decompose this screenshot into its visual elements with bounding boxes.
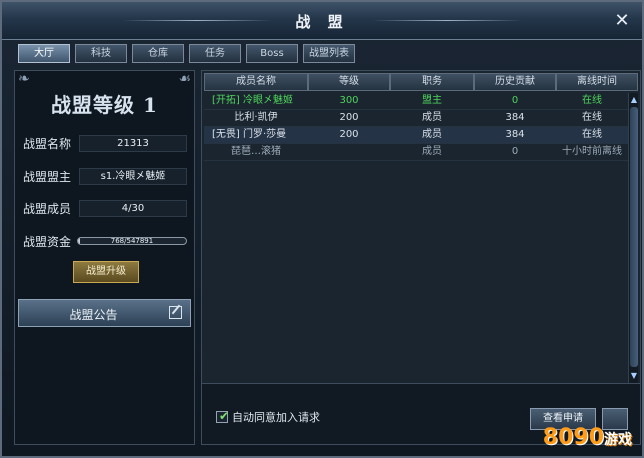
scroll-up-icon[interactable]: ▲	[629, 95, 639, 105]
watermark-suffix: 游戏	[604, 432, 632, 448]
guild-level-title: 战盟等级 1	[51, 93, 158, 117]
member-contribution: 0	[511, 95, 519, 106]
member-contribution: 384	[505, 129, 525, 140]
member-status: 在线	[582, 129, 602, 140]
member-contribution: 0	[511, 146, 519, 157]
guild-members-label: 战盟成员	[23, 202, 72, 216]
table-row[interactable]: 琵琶…滚猪 成员 0 十小时前离线	[204, 144, 628, 161]
member-status: 在线	[582, 95, 602, 106]
guild-funds-bar: 768/547891	[77, 237, 187, 245]
member-name: 比利·凯伊	[234, 112, 278, 123]
col-header-contribution[interactable]: 历史贡献	[474, 73, 556, 91]
watermark-brand: 8090	[542, 425, 604, 450]
tab-boss[interactable]: Boss	[246, 44, 298, 63]
table-scrollbar[interactable]: ▲ ▼	[628, 93, 638, 383]
checkmark-icon: ✔	[219, 409, 230, 423]
guild-name-label: 战盟名称	[23, 137, 72, 151]
table-header: 成员名称 等级 职务 历史贡献 离线时间	[204, 73, 638, 91]
close-icon[interactable]: ✕	[612, 11, 632, 31]
tab-quests[interactable]: 任务	[189, 44, 241, 63]
table-row[interactable]: 比利·凯伊 200 成员 384 在线	[204, 110, 628, 127]
guild-info-panel: ❧ ☙ 战盟等级 1 战盟名称 21313 战盟盟主 s1.冷眼㐅魅姬 战盟成员…	[14, 70, 195, 445]
member-level: 200	[339, 112, 359, 123]
col-header-level[interactable]: 等级	[308, 73, 390, 91]
member-role: 成员	[422, 146, 442, 157]
col-header-name[interactable]: 成员名称	[204, 73, 308, 91]
guild-funds-label: 战盟资金	[23, 235, 72, 249]
guild-leader-value: s1.冷眼㐅魅姬	[79, 168, 187, 185]
member-role: 盟主	[422, 95, 442, 106]
guild-upgrade-button[interactable]: 战盟升级	[73, 261, 139, 283]
member-status: 十小时前离线	[562, 146, 622, 157]
auto-accept-checkbox[interactable]: ✔	[216, 409, 230, 423]
member-level: 200	[339, 129, 359, 140]
watermark-logo: 8090游戏	[543, 425, 632, 450]
table-row[interactable]: [无畏] 门罗·莎曼 200 成员 384 在线	[204, 127, 628, 144]
auto-accept-label: 自动同意加入请求	[232, 411, 320, 424]
member-level	[308, 144, 390, 160]
corner-ornament-icon: ☙	[178, 71, 191, 87]
window-title: 战 盟	[295, 13, 349, 31]
title-ornament-right	[372, 20, 522, 21]
member-role: 成员	[422, 129, 442, 140]
guild-notice-button[interactable]: 战盟公告	[18, 299, 191, 327]
title-bar: 战 盟 ✕	[2, 2, 642, 40]
member-name: [无畏] 门罗·莎曼	[212, 129, 287, 140]
guild-members-value: 4/30	[79, 200, 187, 217]
guild-name-value: 21313	[79, 135, 187, 152]
corner-ornament-icon: ❧	[18, 71, 30, 87]
member-level: 300	[339, 95, 359, 106]
member-list: [开拓] 冷眼㐅魅姬 300 盟主 0 在线 比利·凯伊 200 成员 384 …	[204, 93, 628, 383]
scroll-down-icon[interactable]: ▼	[629, 371, 639, 381]
table-row[interactable]: [开拓] 冷眼㐅魅姬 300 盟主 0 在线	[204, 93, 628, 110]
col-header-offline-time[interactable]: 离线时间	[556, 73, 638, 91]
guild-window: 战 盟 ✕ 大厅 科技 仓库 任务 Boss 战盟列表 ❧ ☙ 战盟等级 1 战…	[0, 0, 644, 458]
member-table-panel: 成员名称 等级 职务 历史贡献 离线时间 [开拓] 冷眼㐅魅姬 300 盟主 0…	[201, 70, 641, 445]
guild-funds-value: 768/547891	[110, 237, 154, 245]
guild-leader-label: 战盟盟主	[23, 170, 72, 184]
tab-guild-list[interactable]: 战盟列表	[303, 44, 355, 63]
col-header-role[interactable]: 职务	[390, 73, 474, 91]
scroll-thumb[interactable]	[630, 107, 638, 367]
member-status: 在线	[582, 112, 602, 123]
edit-icon[interactable]	[169, 306, 182, 319]
guild-notice-label: 战盟公告	[69, 308, 118, 322]
tab-bar: 大厅 科技 仓库 任务 Boss 战盟列表	[18, 44, 355, 64]
member-name: 琵琶…滚猪	[231, 146, 281, 157]
member-name: [开拓] 冷眼㐅魅姬	[212, 95, 293, 106]
member-role: 成员	[422, 112, 442, 123]
tab-warehouse[interactable]: 仓库	[132, 44, 184, 63]
tab-tech[interactable]: 科技	[75, 44, 127, 63]
tab-lobby[interactable]: 大厅	[18, 44, 70, 63]
member-contribution: 384	[505, 112, 525, 123]
